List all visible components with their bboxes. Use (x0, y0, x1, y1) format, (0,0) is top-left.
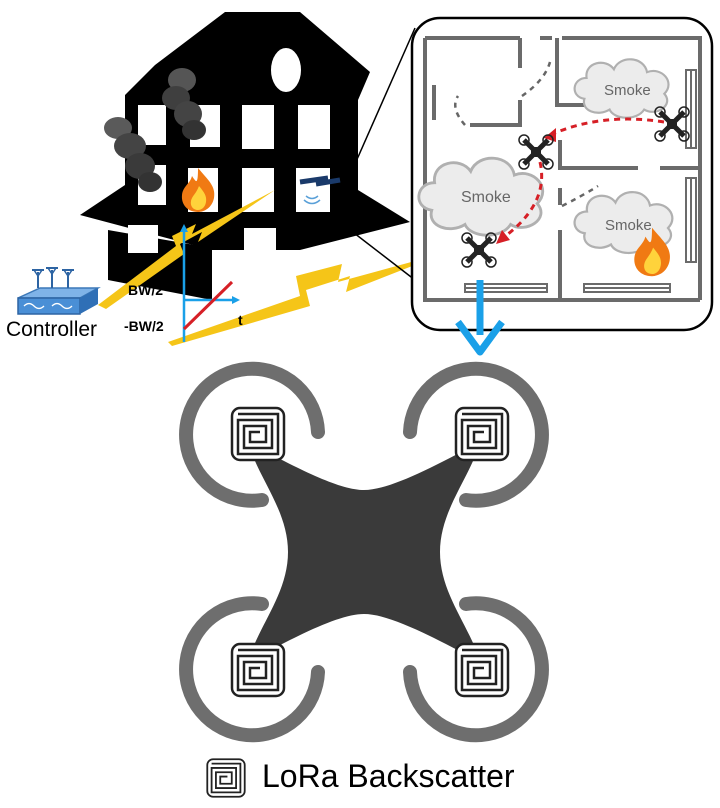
diagram-canvas: Smoke Smoke Smoke (17, 12, 714, 798)
floor-plan: Smoke Smoke Smoke (410, 16, 714, 332)
legend-tag-icon (206, 758, 246, 798)
lora-backscatter-tag-icon (454, 406, 510, 462)
controller-label: Controller (6, 318, 98, 341)
drone-frame (248, 442, 480, 662)
lora-backscatter-tag-icon (454, 642, 510, 698)
router-icon (17, 267, 101, 315)
smoke-label: Smoke (461, 189, 511, 206)
t-axis-label: t (238, 312, 243, 328)
f-axis-label: f (172, 258, 177, 274)
bw-low-label: -BW/2 (124, 318, 164, 334)
lora-backscatter-tag-icon (230, 406, 286, 462)
bw-high-label: BW/2 (128, 282, 163, 298)
legend-label: LoRa Backscatter (262, 758, 515, 794)
large-drone (179, 361, 549, 743)
smoke-label: Smoke (604, 82, 651, 99)
smoke-label: Smoke (605, 217, 652, 234)
lora-backscatter-tag-icon (230, 642, 286, 698)
